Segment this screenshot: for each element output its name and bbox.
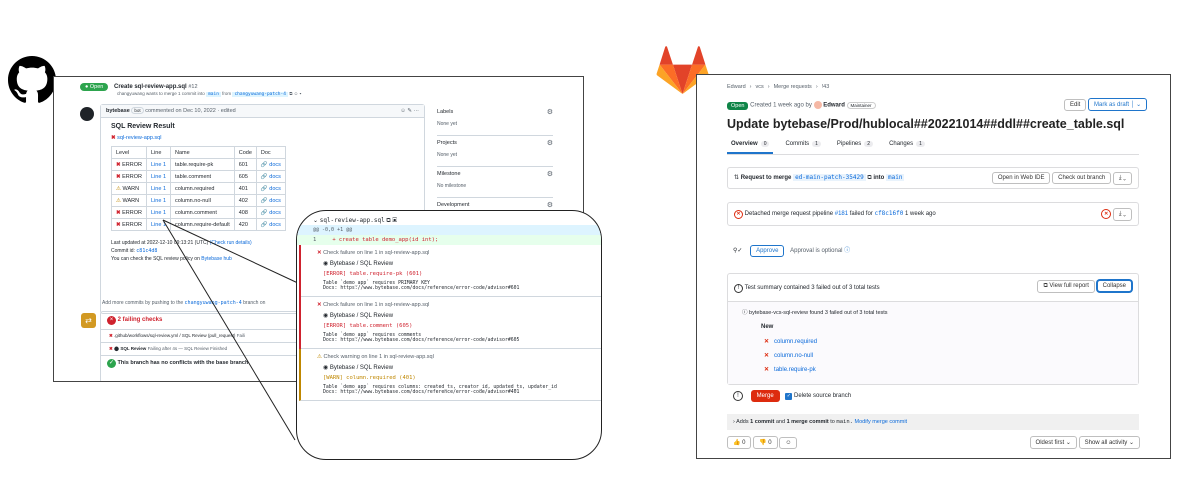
copy-icon[interactable]: ⧉ — [386, 218, 390, 224]
collapse-button[interactable]: Collapse — [1096, 280, 1132, 292]
help-icon[interactable]: ⓘ — [844, 248, 850, 254]
merge-row: ! Merge ✓ Delete source branch — [733, 390, 851, 402]
mr-author[interactable]: Edward — [823, 103, 845, 109]
mr-meta: Open Created 1 week ago by Edward Mainta… — [727, 101, 876, 110]
annotation-title: [WARN] column.required (401) — [323, 375, 416, 381]
breadcrumb-item[interactable]: Merge requests — [774, 84, 812, 90]
reactions: 👍 0 👎 0 ☺ — [727, 436, 798, 449]
activity-filter-dropdown[interactable]: Show all activity ⌄ — [1078, 436, 1140, 449]
author-avatar — [813, 101, 822, 109]
pipeline-link[interactable]: #181 — [835, 211, 848, 217]
annotation-source: ◉ Bytebase / SQL Review — [323, 313, 394, 319]
delete-source-checkbox[interactable]: ✓ — [785, 393, 793, 400]
approval-row: ⚲✓ Approve Approval is optional ⓘ — [733, 245, 850, 257]
annotation-head: ✕ Check failure on line 1 in sql-review-… — [317, 250, 430, 256]
cancel-pipeline-icon[interactable]: ✕ — [1101, 209, 1112, 219]
failed-x-icon: ✕ — [764, 367, 770, 373]
file-icon[interactable]: ▣ — [392, 218, 397, 224]
annotation-zoom-bubble: ⌄ sql-review-app.sql ⧉ ▣ @@ -0,0 +1 @@ 1… — [296, 210, 602, 460]
annotation-title: [ERROR] table.require-pk (601) — [323, 271, 423, 277]
failed-test-item[interactable]: ✕ column.no-null — [764, 352, 817, 366]
tab-count-badge: 0 — [760, 141, 770, 147]
sort-dropdown[interactable]: Oldest first ⌄ — [1029, 436, 1077, 449]
mr-state-badge: Open — [727, 101, 749, 110]
merge-request-widget: ⇅ Request to merge ed-main-patch-35429 ⧉… — [727, 167, 1139, 189]
failed-test-item[interactable]: ✕ column.required — [764, 338, 817, 352]
check-annotation: ✕ Check failure on line 1 in sql-review-… — [301, 245, 601, 297]
tab-count-badge: 1 — [812, 141, 821, 147]
pipeline-failed-icon[interactable]: ✕ — [734, 210, 743, 219]
download-button[interactable]: ⤓ ⌄ — [1112, 172, 1132, 185]
thumbs-up-button[interactable]: 👍 0 — [727, 436, 752, 449]
commit-sha-link[interactable]: cf8c16f0 — [874, 210, 903, 217]
failed-test-item[interactable]: ✕ table.require-pk — [764, 366, 817, 380]
new-label: New — [761, 324, 774, 330]
tab-overview[interactable]: Overview 0 — [727, 139, 774, 154]
source-branch[interactable]: ed-main-patch-35429 — [793, 174, 866, 181]
merge-button[interactable]: Merge — [750, 390, 780, 402]
github-logo-icon: ◉ — [323, 365, 330, 371]
failed-x-icon: ✕ — [764, 339, 770, 345]
open-web-ide-button[interactable]: Open in Web IDE — [991, 172, 1051, 184]
mark-draft-button[interactable]: Mark as draft │ ⌄ — [1088, 98, 1148, 111]
github-logo-icon: ◉ — [323, 261, 330, 267]
breadcrumb-separator: › — [749, 84, 752, 90]
approve-button[interactable]: Approve — [750, 245, 785, 257]
annotation-docs: Docs: https://www.bytebase.com/docs/refe… — [323, 338, 520, 343]
annotation-source: ◉ Bytebase / SQL Review — [323, 261, 394, 267]
bubble-file-header: ⌄ sql-review-app.sql ⧉ ▣ — [313, 217, 397, 224]
modify-merge-link[interactable]: Modify merge commit — [855, 419, 908, 425]
breadcrumb-item[interactable]: Edward — [727, 84, 746, 90]
breadcrumb-separator: › — [767, 84, 770, 90]
suite-summary: ⓘ bytebase-vcs-sql-review found 3 failed… — [742, 310, 888, 316]
tab-pipelines[interactable]: Pipelines 2 — [833, 139, 877, 152]
info-icon: ⓘ — [742, 310, 748, 316]
breadcrumb-separator: › — [815, 84, 818, 90]
annotation-head: ⚠ Check warning on line 1 in sql-review-… — [317, 354, 434, 360]
annotation-source: ◉ Bytebase / SQL Review — [323, 365, 394, 371]
tab-changes[interactable]: Changes 1 — [885, 139, 929, 152]
edit-button[interactable]: Edit — [1064, 99, 1087, 111]
emoji-button[interactable]: ☺ — [779, 437, 798, 449]
hunk-header: @@ -0,0 +1 @@ — [297, 225, 601, 235]
test-summary-widget: ! Test summary contained 3 failed out of… — [727, 273, 1139, 385]
merge-warning-icon: ! — [733, 391, 743, 401]
diff-line: 1 + create table demo_app(id int); — [297, 235, 601, 245]
gitlab-mr-window: Edward › vcs › Merge requests › !43 Open Creat… — [696, 74, 1171, 459]
tab-count-badge: 2 — [864, 141, 874, 147]
annotation-docs: Docs: https://www.bytebase.com/docs/refe… — [323, 286, 520, 291]
branch-icon: ⇅ — [734, 175, 740, 181]
role-badge: Maintainer — [846, 101, 876, 109]
chevron-down-icon[interactable]: ⌄ — [313, 218, 318, 224]
thumbs-down-button[interactable]: 👎 0 — [753, 436, 778, 449]
copy-icon[interactable]: ⧉ — [867, 175, 871, 181]
tab-count-badge: 1 — [916, 141, 925, 147]
warning-icon: ! — [734, 284, 743, 293]
pipeline-download-button[interactable]: ⤓ ⌄ — [1112, 208, 1132, 221]
tab-commits[interactable]: Commits 1 — [781, 139, 824, 152]
github-logo-icon: ◉ — [323, 313, 330, 319]
failed-x-icon: ✕ — [764, 353, 770, 359]
check-out-branch-button[interactable]: Check out branch — [1052, 172, 1112, 184]
check-annotation: ⚠ Check warning on line 1 in sql-review-… — [299, 349, 601, 401]
view-full-report-button[interactable]: ⧉ View full report — [1037, 280, 1095, 293]
annotation-docs: Docs: https://www.bytebase.com/docs/refe… — [323, 390, 520, 395]
pipeline-widget: ✕ Detached merge request pipeline #181 f… — [727, 202, 1139, 226]
adds-commits-row: › Adds 1 commit and 1 merge commit to ma… — [727, 414, 1139, 430]
mr-tabs: Overview 0 Commits 1 Pipelines 2 Changes 1 — [727, 139, 1139, 155]
annotation-head: ✕ Check failure on line 1 in sql-review-… — [317, 302, 430, 308]
mr-title: Update bytebase/Prod/hublocal##20221014#… — [727, 117, 1125, 131]
breadcrumb-item[interactable]: vcs — [756, 84, 764, 90]
target-branch[interactable]: main — [886, 174, 905, 181]
check-annotation: ✕ Check failure on line 1 in sql-review-… — [301, 297, 601, 349]
chevron-right-icon[interactable]: › — [733, 419, 735, 425]
breadcrumb-item[interactable]: !43 — [822, 84, 830, 90]
approval-icon: ⚲✓ — [733, 248, 743, 254]
annotation-title: [ERROR] table.comment (605) — [323, 323, 413, 329]
breadcrumb: Edward › vcs › Merge requests › !43 — [727, 84, 829, 90]
delete-source-label: Delete source branch — [794, 393, 852, 399]
